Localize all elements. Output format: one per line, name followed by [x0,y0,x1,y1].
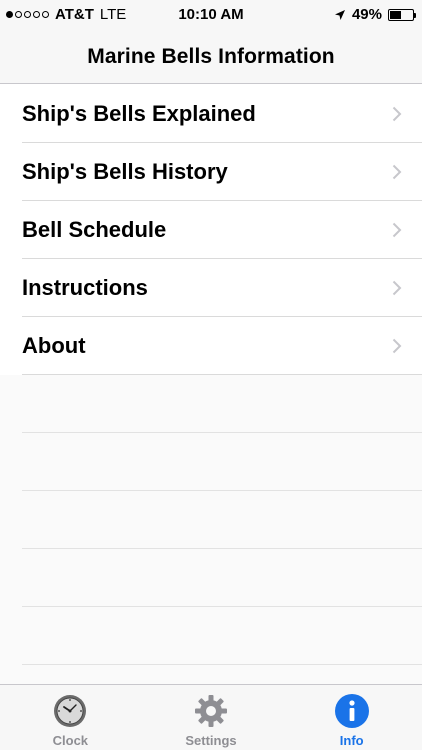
list-item-instructions[interactable]: Instructions [0,259,422,317]
list-item-ships-bells-explained[interactable]: Ship's Bells Explained [0,85,422,143]
list-item-label: Instructions [22,275,148,300]
list-item-ships-bells-history[interactable]: Ship's Bells History [0,143,422,201]
row-separator [22,548,422,549]
battery-fill [390,10,401,19]
tab-clock[interactable]: Clock [0,685,141,750]
row-separator [22,490,422,491]
info-icon [334,693,370,729]
chevron-right-icon [392,280,402,296]
tab-bar: Clock Settings Info [0,684,422,750]
list-item-label: Bell Schedule [22,217,167,242]
status-bar: AT&T LTE 10:10 AM 49% [0,0,422,30]
navigation-bar: Marine Bells Information [0,30,422,84]
chevron-right-icon [392,338,402,354]
chevron-right-icon [392,222,402,238]
list-item-label: Ship's Bells History [22,159,228,184]
row-separator [22,432,422,433]
empty-list-area [0,375,422,684]
row-separator [22,606,422,607]
info-list: Ship's Bells Explained Ship's Bells Hist… [0,85,422,375]
battery-percent: 49% [351,6,382,23]
tab-label: Clock [52,733,89,748]
list-item-bell-schedule[interactable]: Bell Schedule [0,201,422,259]
chevron-right-icon [392,164,402,180]
list-item-about[interactable]: About [0,317,422,375]
chevron-right-icon [392,106,402,122]
battery-icon [388,8,416,21]
tab-label: Info [339,733,364,748]
tab-label: Settings [185,733,237,748]
page-title: Marine Bells Information [87,44,335,68]
tab-info[interactable]: Info [281,685,422,750]
tab-settings[interactable]: Settings [141,685,282,750]
gear-icon [193,693,229,729]
row-separator [22,664,422,665]
clock-icon [52,693,88,729]
list-item-label: About [22,333,86,358]
list-item-label: Ship's Bells Explained [22,101,256,126]
location-arrow-icon [334,9,345,20]
status-right: 49% [334,6,416,23]
